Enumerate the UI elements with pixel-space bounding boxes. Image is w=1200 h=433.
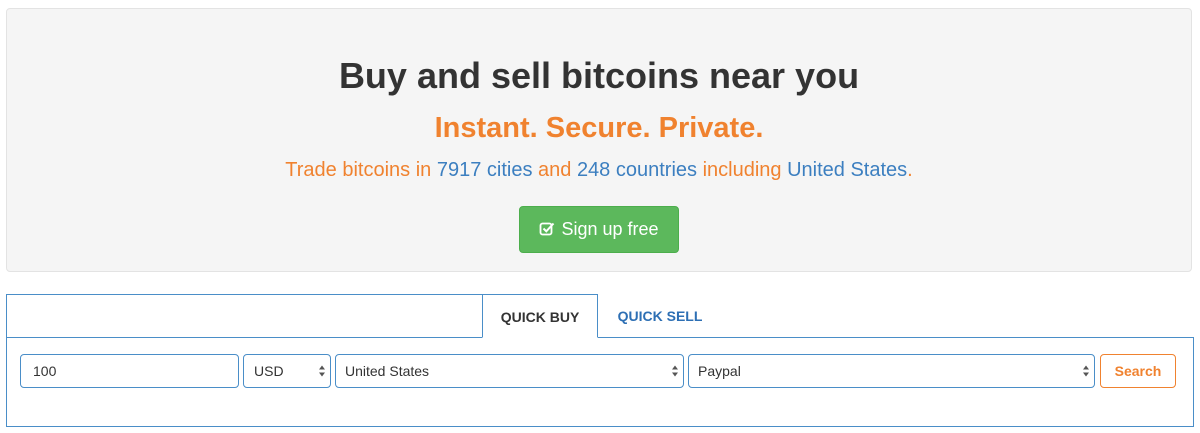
cities-link[interactable]: 7917 cities	[437, 159, 533, 181]
country-value: United States	[345, 363, 430, 379]
payment-method-select[interactable]: Paypal	[688, 354, 1095, 388]
select-arrows-icon	[1083, 365, 1089, 377]
tab-quick-buy[interactable]: QUICK BUY	[482, 294, 598, 338]
signup-button[interactable]: Sign up free	[519, 206, 679, 253]
hero-tagline: Instant. Secure. Private.	[434, 112, 764, 144]
quick-trade-panel: QUICK BUY QUICK SELL 100 USD United Stat…	[6, 294, 1194, 427]
currency-select[interactable]: USD	[243, 354, 331, 388]
select-arrows-icon	[319, 365, 325, 377]
select-arrows-icon	[672, 365, 678, 377]
subtitle-text: Trade bitcoins in	[285, 159, 437, 181]
panel-border	[6, 294, 7, 338]
signup-label: Sign up free	[561, 219, 659, 239]
country-select[interactable]: United States	[335, 354, 684, 388]
subtitle-text: .	[907, 159, 913, 181]
payment-method-value: Paypal	[698, 363, 741, 379]
subtitle-text: including	[697, 159, 788, 181]
hero-title: Buy and sell bitcoins near you	[338, 55, 860, 96]
hero-banner: Buy and sell bitcoins near you Instant. …	[6, 8, 1192, 272]
subtitle-text: and	[532, 159, 577, 181]
currency-value: USD	[254, 363, 284, 379]
hero-subtitle: Trade bitcoins in 7917 cities and 248 co…	[7, 159, 1191, 182]
tab-quick-sell[interactable]: QUICK SELL	[602, 294, 718, 338]
location-link[interactable]: United States	[787, 159, 907, 181]
check-square-icon	[539, 209, 555, 236]
amount-input[interactable]: 100	[20, 354, 239, 388]
search-button[interactable]: Search	[1100, 354, 1176, 388]
countries-link[interactable]: 248 countries	[577, 159, 697, 181]
